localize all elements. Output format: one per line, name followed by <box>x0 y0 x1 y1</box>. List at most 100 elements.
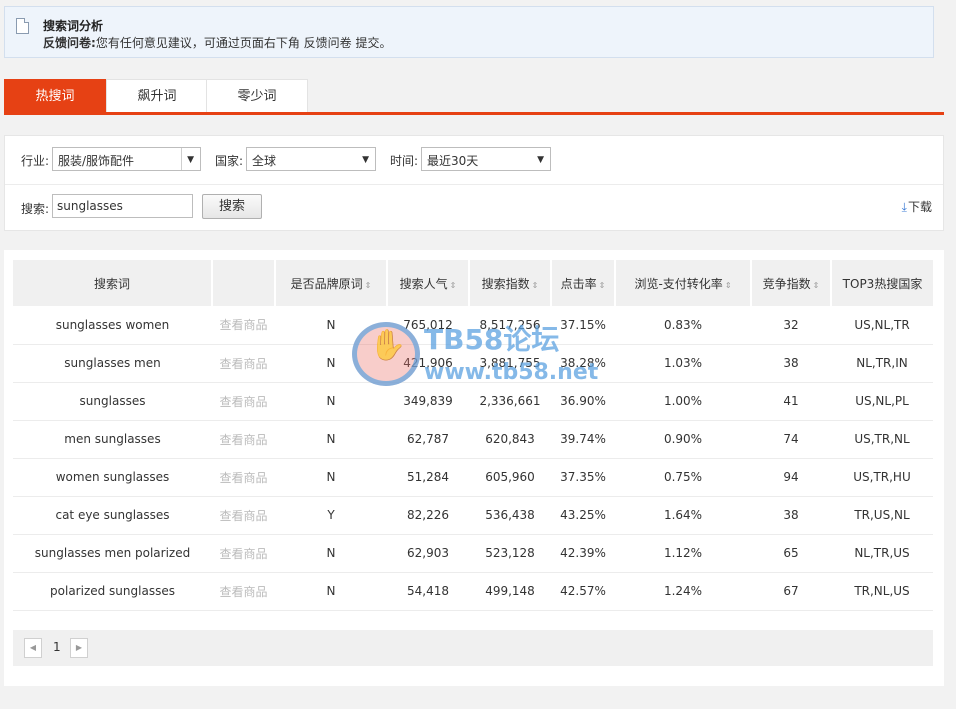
cell-brand: N <box>275 420 387 459</box>
search-input[interactable]: sunglasses <box>52 194 193 218</box>
cell-countries: NL,TR,IN <box>831 344 933 383</box>
country-value: 全球 <box>252 154 277 168</box>
header-ctr[interactable]: 点击率 ⇕ <box>551 260 616 306</box>
sort-icon: ⇕ <box>812 280 820 290</box>
header-index[interactable]: 搜索指数 ⇕ <box>469 260 552 306</box>
cell-brand: Y <box>275 496 387 535</box>
cell-index: 3,881,755 <box>469 344 551 383</box>
cell-competition: 32 <box>751 306 831 345</box>
cell-conversion: 0.83% <box>615 306 751 345</box>
download-icon: ⤓ <box>901 200 907 214</box>
document-icon <box>16 18 29 34</box>
cell-index: 2,336,661 <box>469 382 551 421</box>
cell-term: men sunglasses <box>13 420 212 459</box>
cell-popularity: 51,284 <box>387 458 469 497</box>
cell-countries: NL,TR,US <box>831 534 933 573</box>
cell-index: 620,843 <box>469 420 551 459</box>
cell-index: 499,148 <box>469 572 551 611</box>
cell-index: 605,960 <box>469 458 551 497</box>
cell-countries: US,TR,NL <box>831 420 933 459</box>
header-popularity[interactable]: 搜索人气 ⇕ <box>387 260 470 306</box>
header-search-term: 搜索词 <box>13 260 213 306</box>
cell-ctr: 39.74% <box>551 420 615 459</box>
cell-ctr: 38.28% <box>551 344 615 383</box>
view-products-link[interactable]: 查看商品 <box>212 382 275 421</box>
view-products-link[interactable]: 查看商品 <box>212 572 275 611</box>
cell-brand: N <box>275 572 387 611</box>
cell-index: 536,438 <box>469 496 551 535</box>
next-page-button[interactable]: ▶ <box>70 638 88 658</box>
cell-term: polarized sunglasses <box>13 572 212 611</box>
search-label: 搜索: <box>21 202 50 216</box>
time-select[interactable]: 最近30天 ▼ <box>421 147 551 171</box>
cell-countries: TR,NL,US <box>831 572 933 611</box>
feedback-text: 您有任何意见建议，可通过页面右下角 反馈问卷 提交。 <box>95 36 392 50</box>
notice-bar: 搜索词分析 反馈问卷:您有任何意见建议，可通过页面右下角 反馈问卷 提交。 <box>4 6 934 58</box>
cell-competition: 65 <box>751 534 831 573</box>
header-brand[interactable]: 是否品牌原词 ⇕ <box>275 260 388 306</box>
cell-brand: N <box>275 306 387 345</box>
select-separator <box>181 148 182 170</box>
download-label: 下载 <box>907 200 932 214</box>
tab-rising-terms[interactable]: 飙升词 <box>106 79 208 112</box>
results-panel: 搜索词 是否品牌原词 ⇕ 搜索人气 ⇕ 搜索指数 ⇕ 点击率 ⇕ 浏览-支付转化率 ⇕ 竞… <box>4 250 944 686</box>
table-row: sunglasses men 查看商品 N 421,906 3,881,755 … <box>13 344 933 383</box>
tab-hot-terms[interactable]: 热搜词 <box>4 79 106 112</box>
cell-competition: 74 <box>751 420 831 459</box>
header-competition[interactable]: 竞争指数 ⇕ <box>751 260 832 306</box>
feedback-label: 反馈问卷: <box>43 36 96 50</box>
industry-label: 行业: <box>21 154 50 168</box>
view-products-link[interactable]: 查看商品 <box>212 496 275 535</box>
cell-competition: 38 <box>751 344 831 383</box>
cell-conversion: 1.03% <box>615 344 751 383</box>
header-top3-countries: TOP3热搜国家 <box>831 260 933 306</box>
search-button[interactable]: 搜索 <box>202 194 262 219</box>
cell-popularity: 62,787 <box>387 420 469 459</box>
view-products-link[interactable]: 查看商品 <box>212 306 275 345</box>
cell-brand: N <box>275 458 387 497</box>
cell-competition: 94 <box>751 458 831 497</box>
view-products-link[interactable]: 查看商品 <box>212 420 275 459</box>
cell-conversion: 1.64% <box>615 496 751 535</box>
filter-panel: 行业: 服装/服饰配件 ▼ 国家: 全球 ▼ 时间: 最近30天 ▼ 搜索: s… <box>4 135 944 231</box>
cell-countries: US,NL,PL <box>831 382 933 421</box>
table-row: men sunglasses 查看商品 N 62,787 620,843 39.… <box>13 420 933 459</box>
download-button[interactable]: ⤓下载 <box>902 198 932 215</box>
cell-conversion: 0.90% <box>615 420 751 459</box>
cell-term: sunglasses men polarized <box>13 534 212 573</box>
page-number[interactable]: 1 <box>53 640 61 654</box>
country-label: 国家: <box>215 154 244 168</box>
cell-ctr: 36.90% <box>551 382 615 421</box>
cell-term: women sunglasses <box>13 458 212 497</box>
chevron-down-icon: ▼ <box>187 155 194 165</box>
cell-index: 8,517,256 <box>469 306 551 345</box>
cell-popularity: 349,839 <box>387 382 469 421</box>
sort-icon: ⇕ <box>364 280 372 290</box>
header-spacer <box>212 260 276 306</box>
cell-term: sunglasses women <box>13 306 212 345</box>
tab-few-terms[interactable]: 零少词 <box>206 79 308 112</box>
cell-conversion: 0.75% <box>615 458 751 497</box>
industry-value: 服装/服饰配件 <box>58 154 135 168</box>
sort-icon: ⇕ <box>531 280 539 290</box>
chevron-down-icon: ▼ <box>362 155 369 165</box>
view-products-link[interactable]: 查看商品 <box>212 534 275 573</box>
cell-term: cat eye sunglasses <box>13 496 212 535</box>
cell-conversion: 1.24% <box>615 572 751 611</box>
industry-select[interactable]: 服装/服饰配件 ▼ <box>52 147 201 171</box>
country-select[interactable]: 全球 ▼ <box>246 147 376 171</box>
cell-popularity: 765,012 <box>387 306 469 345</box>
table-row: sunglasses women 查看商品 N 765,012 8,517,25… <box>13 306 933 345</box>
search-terms-table: 搜索词 是否品牌原词 ⇕ 搜索人气 ⇕ 搜索指数 ⇕ 点击率 ⇕ 浏览-支付转化率 ⇕ 竞… <box>13 260 933 611</box>
view-products-link[interactable]: 查看商品 <box>212 458 275 497</box>
prev-page-button[interactable]: ◀ <box>24 638 42 658</box>
cell-index: 523,128 <box>469 534 551 573</box>
time-label: 时间: <box>390 154 419 168</box>
header-conversion[interactable]: 浏览-支付转化率 ⇕ <box>615 260 752 306</box>
table-row: sunglasses 查看商品 N 349,839 2,336,661 36.9… <box>13 382 933 421</box>
table-header-row: 搜索词 是否品牌原词 ⇕ 搜索人气 ⇕ 搜索指数 ⇕ 点击率 ⇕ 浏览-支付转化率 ⇕ 竞… <box>13 260 933 306</box>
cell-competition: 38 <box>751 496 831 535</box>
view-products-link[interactable]: 查看商品 <box>212 344 275 383</box>
cell-ctr: 42.57% <box>551 572 615 611</box>
cell-ctr: 37.35% <box>551 458 615 497</box>
